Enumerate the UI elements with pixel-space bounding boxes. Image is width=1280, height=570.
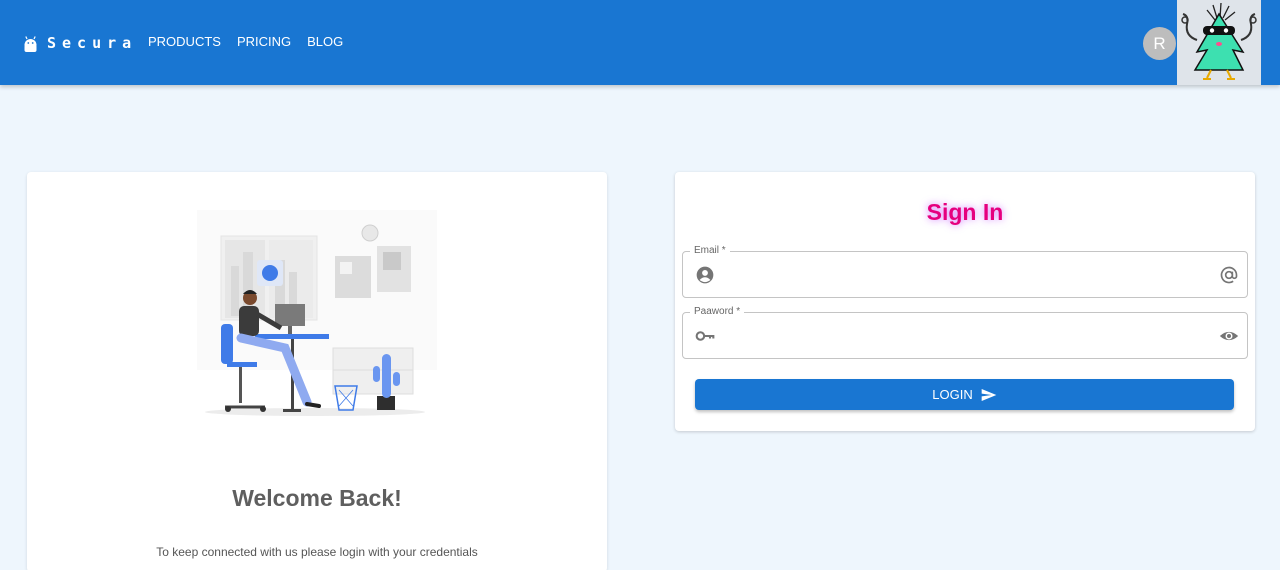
password-field: Paaword * (682, 306, 1248, 359)
email-input[interactable] (721, 262, 1211, 288)
signin-card: Sign In Email * Paaword * LOGIN (675, 172, 1255, 431)
password-label: Paaword * (690, 306, 745, 318)
app-bar: Secura PRODUCTS PRICING BLOG R (0, 0, 1280, 85)
user-avatar[interactable]: R (1143, 27, 1176, 60)
send-icon (981, 388, 997, 401)
person-working-at-desk-illustration (197, 210, 437, 416)
bandit-tree-mascot-icon (1181, 2, 1257, 80)
nav-pricing[interactable]: PRICING (229, 34, 299, 50)
welcome-card: Welcome Back! To keep connected with us … (27, 172, 607, 570)
nav-blog[interactable]: BLOG (299, 34, 351, 50)
android-icon (24, 35, 37, 52)
password-input[interactable] (721, 323, 1211, 349)
mascot-image (1177, 0, 1261, 85)
key-icon (695, 331, 715, 341)
at-sign-icon (1220, 266, 1238, 284)
email-label: Email * (690, 245, 730, 257)
welcome-subtitle: To keep connected with us please login w… (156, 545, 478, 559)
signin-title: Sign In (926, 199, 1004, 225)
nav-products[interactable]: PRODUCTS (140, 34, 229, 50)
login-button[interactable]: LOGIN (695, 379, 1234, 410)
eye-icon[interactable] (1219, 326, 1239, 346)
brand[interactable]: Secura (24, 34, 137, 52)
brand-name: Secura (47, 34, 138, 52)
welcome-title: Welcome Back! (232, 485, 402, 511)
email-field: Email * (682, 245, 1248, 298)
main-nav: PRODUCTS PRICING BLOG (140, 34, 351, 50)
account-circle-icon (696, 266, 714, 284)
login-button-label: LOGIN (932, 387, 973, 402)
